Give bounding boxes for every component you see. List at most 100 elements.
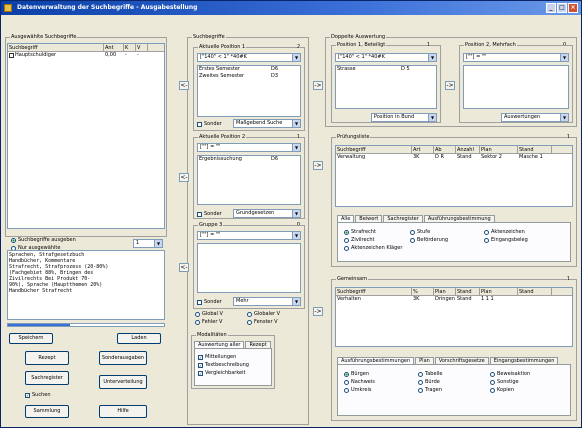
move-left-button[interactable]: <- (179, 263, 189, 272)
list-item[interactable]: Ergebnissuchung D6 (198, 156, 300, 163)
check-list-table[interactable]: Suchbegriff Art Ab Anzahl Plan Stand Ver… (335, 145, 573, 207)
col-header[interactable]: Ant (104, 44, 124, 51)
radio-output-terms[interactable]: Suchbegriffe ausgeben (11, 237, 76, 243)
radio-criminal[interactable]: Strafrecht (344, 229, 376, 235)
col-header[interactable]: Art (412, 146, 434, 153)
table-row[interactable]: Verhalten 3K Dringen Stand 1 1 1 (336, 296, 572, 303)
radio-copies[interactable]: Kopien (490, 387, 514, 393)
radio-burden[interactable]: Bürde (418, 379, 440, 385)
move-right-button[interactable]: -> (313, 81, 323, 90)
checkbox-icon[interactable] (9, 53, 14, 58)
group3-list[interactable] (197, 243, 301, 293)
col-header[interactable]: V (136, 44, 148, 51)
col-header[interactable]: Suchbegriff (336, 288, 412, 295)
radio-scope[interactable]: Umkreis (344, 387, 371, 393)
radio-file-number[interactable]: Aktenzeichen (484, 229, 525, 235)
save-button[interactable]: Speichern (9, 333, 53, 344)
chevron-down-icon[interactable]: ▼ (154, 240, 162, 247)
description-textarea[interactable]: Sprachen, Strafgesetzbuch Handbücher, Ko… (7, 250, 165, 320)
col-header[interactable]: Suchbegriff (8, 44, 104, 51)
close-button[interactable]: × (568, 3, 578, 13)
double-position1-combo[interactable]: ["140" < 1" *40#K ▼ (335, 53, 437, 62)
col-header[interactable]: Ab (434, 146, 456, 153)
common-table[interactable]: Suchbegriff % Plan Stand Plan Stand Verh… (335, 287, 573, 347)
col-header[interactable]: Stand (518, 146, 552, 153)
radio-window[interactable]: Fenster V (247, 319, 278, 325)
special-checkbox[interactable]: Sonder (197, 211, 222, 217)
position1-mode-combo[interactable]: Maßgebend Suche ▼ (233, 119, 301, 128)
load-button[interactable]: Laden (117, 333, 161, 344)
radio-table[interactable]: Tabelle (418, 371, 442, 377)
table-row[interactable]: Verwaltung 3K D R Stand Sektor 2 Masche … (336, 154, 572, 161)
comparability-checkbox[interactable]: ✓ Vergleichbarkeit (198, 370, 245, 376)
col-header[interactable]: Anzahl (456, 146, 480, 153)
radio-civil[interactable]: Zivilrecht (344, 237, 374, 243)
chevron-down-icon[interactable]: ▼ (428, 114, 436, 121)
move-right-button[interactable]: -> (313, 307, 323, 316)
text-description-checkbox[interactable]: ✓ Textbeschreibung (198, 362, 249, 368)
radio-global-2[interactable]: Globaler V (247, 311, 280, 317)
collection-button[interactable]: Sammlung (25, 405, 69, 418)
chevron-down-icon[interactable]: ▼ (292, 120, 300, 127)
col-header[interactable]: Suchbegriff (336, 146, 412, 153)
list-item[interactable]: Strasse D 5 (336, 66, 436, 73)
radio-evidence[interactable]: Beweisaktion (490, 371, 530, 377)
col-header[interactable]: Stand (456, 288, 480, 295)
col-header[interactable]: Stand (518, 288, 552, 295)
col-header[interactable]: % (412, 288, 434, 295)
count-combo[interactable]: 1 ▼ (133, 239, 163, 248)
radio-plaintiff[interactable]: Aktenzeichen Kläger (344, 245, 402, 251)
position1-query-combo[interactable]: ["140" < 1" *40#K ▼ (197, 53, 301, 62)
subject-index-button[interactable]: Sachregister (25, 371, 69, 385)
radio-carry[interactable]: Tragen (418, 387, 442, 393)
radio-error[interactable]: Fehler V (195, 319, 222, 325)
chevron-down-icon[interactable]: ▼ (560, 114, 568, 121)
chevron-down-icon[interactable]: ▼ (292, 210, 300, 217)
radio-proof[interactable]: Nachweis (344, 379, 375, 385)
group3-mode-combo[interactable]: Mehr ▼ (233, 297, 301, 306)
move-left-button[interactable]: <- (179, 173, 189, 182)
list-item[interactable]: Erstes Semester D6 (198, 66, 300, 73)
radio-promotion[interactable]: Beförderung (410, 237, 448, 243)
move-right-button[interactable]: -> (445, 81, 455, 90)
minimize-button[interactable]: _ (546, 3, 556, 13)
position2-mode-combo[interactable]: Grundgesetzen ▼ (233, 209, 301, 218)
chevron-down-icon[interactable]: ▼ (560, 54, 568, 61)
special-checkbox[interactable]: Sonder (197, 121, 222, 127)
special-checkbox[interactable]: Sonder (197, 299, 222, 305)
col-header[interactable]: Plan (480, 146, 518, 153)
move-left-button[interactable]: <- (179, 81, 189, 90)
chevron-down-icon[interactable]: ▼ (292, 54, 300, 61)
position2-query-combo[interactable]: [""] = "" ▼ (197, 143, 301, 152)
recipe-button[interactable]: Rezept (25, 351, 69, 365)
help-button[interactable]: Hilfe (99, 405, 147, 418)
position2-list[interactable]: Ergebnissuchung D6 (197, 155, 301, 205)
chevron-down-icon[interactable]: ▼ (428, 54, 436, 61)
messages-checkbox[interactable]: ✓ Mitteilungen (198, 354, 236, 360)
double-position2-list[interactable] (463, 65, 569, 109)
maximize-button[interactable]: □ (557, 3, 567, 13)
table-row[interactable]: Hauptschuldiger 0,00 - - (8, 52, 164, 59)
chevron-down-icon[interactable]: ▼ (292, 232, 300, 239)
chevron-down-icon[interactable]: ▼ (292, 298, 300, 305)
sub-distribution-button[interactable]: Unterverteilung (99, 375, 147, 389)
radio-guarantor[interactable]: Bürgen (344, 371, 369, 377)
selected-terms-list[interactable]: Suchbegriff Ant K V Hauptschuldiger 0,00… (7, 43, 165, 229)
position1-list[interactable]: Erstes Semester D6 Zweites Semester D3 (197, 65, 301, 117)
col-header[interactable]: Plan (480, 288, 518, 295)
double-position2-combo[interactable]: [""] = "" ▼ (463, 53, 569, 62)
col-header[interactable]: K (124, 44, 136, 51)
group3-query-combo[interactable]: [""] = "" ▼ (197, 231, 301, 240)
chevron-down-icon[interactable]: ▼ (292, 144, 300, 151)
double-position1-list[interactable]: Strasse D 5 (335, 65, 437, 109)
list-item[interactable]: Zweites Semester D3 (198, 73, 300, 80)
double-position1-mode-combo[interactable]: Position in Bund ▼ (371, 113, 437, 122)
radio-other[interactable]: Sonstige (490, 379, 519, 385)
move-right-button[interactable]: -> (313, 161, 323, 170)
search-checkbox[interactable]: ✓ Suchen (25, 392, 51, 398)
radio-global[interactable]: Global V (195, 311, 223, 317)
special-output-button[interactable]: Sonderausgaben (99, 351, 147, 365)
double-position2-mode-combo[interactable]: Auswertungen ▼ (501, 113, 569, 122)
radio-level[interactable]: Stufe (410, 229, 430, 235)
col-header[interactable]: Plan (434, 288, 456, 295)
